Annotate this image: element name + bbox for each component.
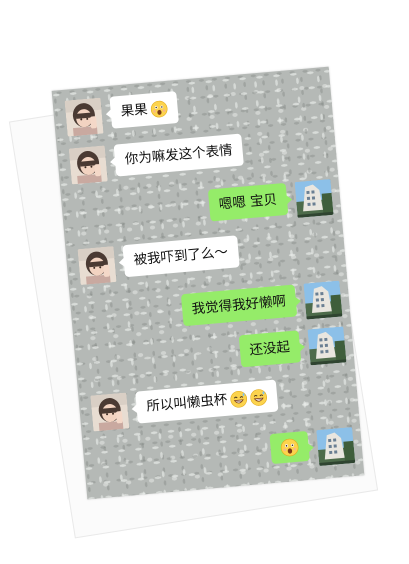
chat-screenshot: 果果 你为嘛发这个表情 嗯嗯 宝贝 被我吓到了么～ 我觉得我好懒啊 还没起 所以… bbox=[51, 66, 365, 500]
message-text: 嗯嗯 宝贝 bbox=[218, 191, 278, 213]
message-bubble-sent[interactable]: 还没起 bbox=[238, 330, 302, 368]
chat-message-sent: 我觉得我好懒啊 bbox=[180, 281, 342, 331]
chat-message-sent bbox=[269, 427, 355, 470]
user-avatar[interactable] bbox=[295, 179, 334, 218]
message-bubble-received[interactable]: 被我吓到了么～ bbox=[122, 235, 240, 278]
grinning-sweat-face-icon bbox=[249, 388, 267, 406]
user-avatar[interactable] bbox=[303, 281, 342, 320]
chat-message-received: 所以叫懒虫杯 bbox=[90, 379, 279, 432]
message-text: 所以叫懒虫杯 bbox=[145, 391, 228, 415]
contact-avatar[interactable] bbox=[69, 145, 108, 184]
contact-avatar[interactable] bbox=[90, 393, 129, 432]
message-bubble-received[interactable]: 你为嘛发这个表情 bbox=[113, 133, 244, 177]
contact-avatar[interactable] bbox=[65, 98, 104, 137]
contact-avatar[interactable] bbox=[78, 246, 117, 285]
message-text: 还没起 bbox=[248, 339, 291, 359]
chat-message-received: 你为嘛发这个表情 bbox=[69, 133, 244, 185]
message-bubble-sent[interactable] bbox=[269, 430, 310, 465]
chat-message-received: 果果 bbox=[65, 91, 180, 137]
astonished-face-icon bbox=[280, 438, 300, 458]
message-text: 果果 bbox=[120, 101, 149, 120]
message-bubble-sent[interactable]: 嗯嗯 宝贝 bbox=[207, 182, 289, 222]
message-text: 你为嘛发这个表情 bbox=[124, 142, 234, 168]
astonished-face-icon bbox=[150, 99, 168, 117]
message-bubble-received[interactable]: 果果 bbox=[109, 91, 179, 129]
message-bubble-sent[interactable]: 我觉得我好懒啊 bbox=[180, 284, 298, 327]
message-bubble-received[interactable]: 所以叫懒虫杯 bbox=[135, 379, 279, 424]
user-avatar[interactable] bbox=[316, 427, 355, 466]
grinning-sweat-face-icon bbox=[229, 390, 247, 408]
chat-message-sent: 还没起 bbox=[238, 326, 346, 371]
message-text: 被我吓到了么～ bbox=[133, 244, 229, 269]
chat-message-received: 被我吓到了么～ bbox=[78, 235, 240, 285]
user-avatar[interactable] bbox=[307, 326, 346, 365]
message-text: 我觉得我好懒啊 bbox=[191, 293, 287, 318]
chat-message-sent: 嗯嗯 宝贝 bbox=[207, 179, 334, 226]
